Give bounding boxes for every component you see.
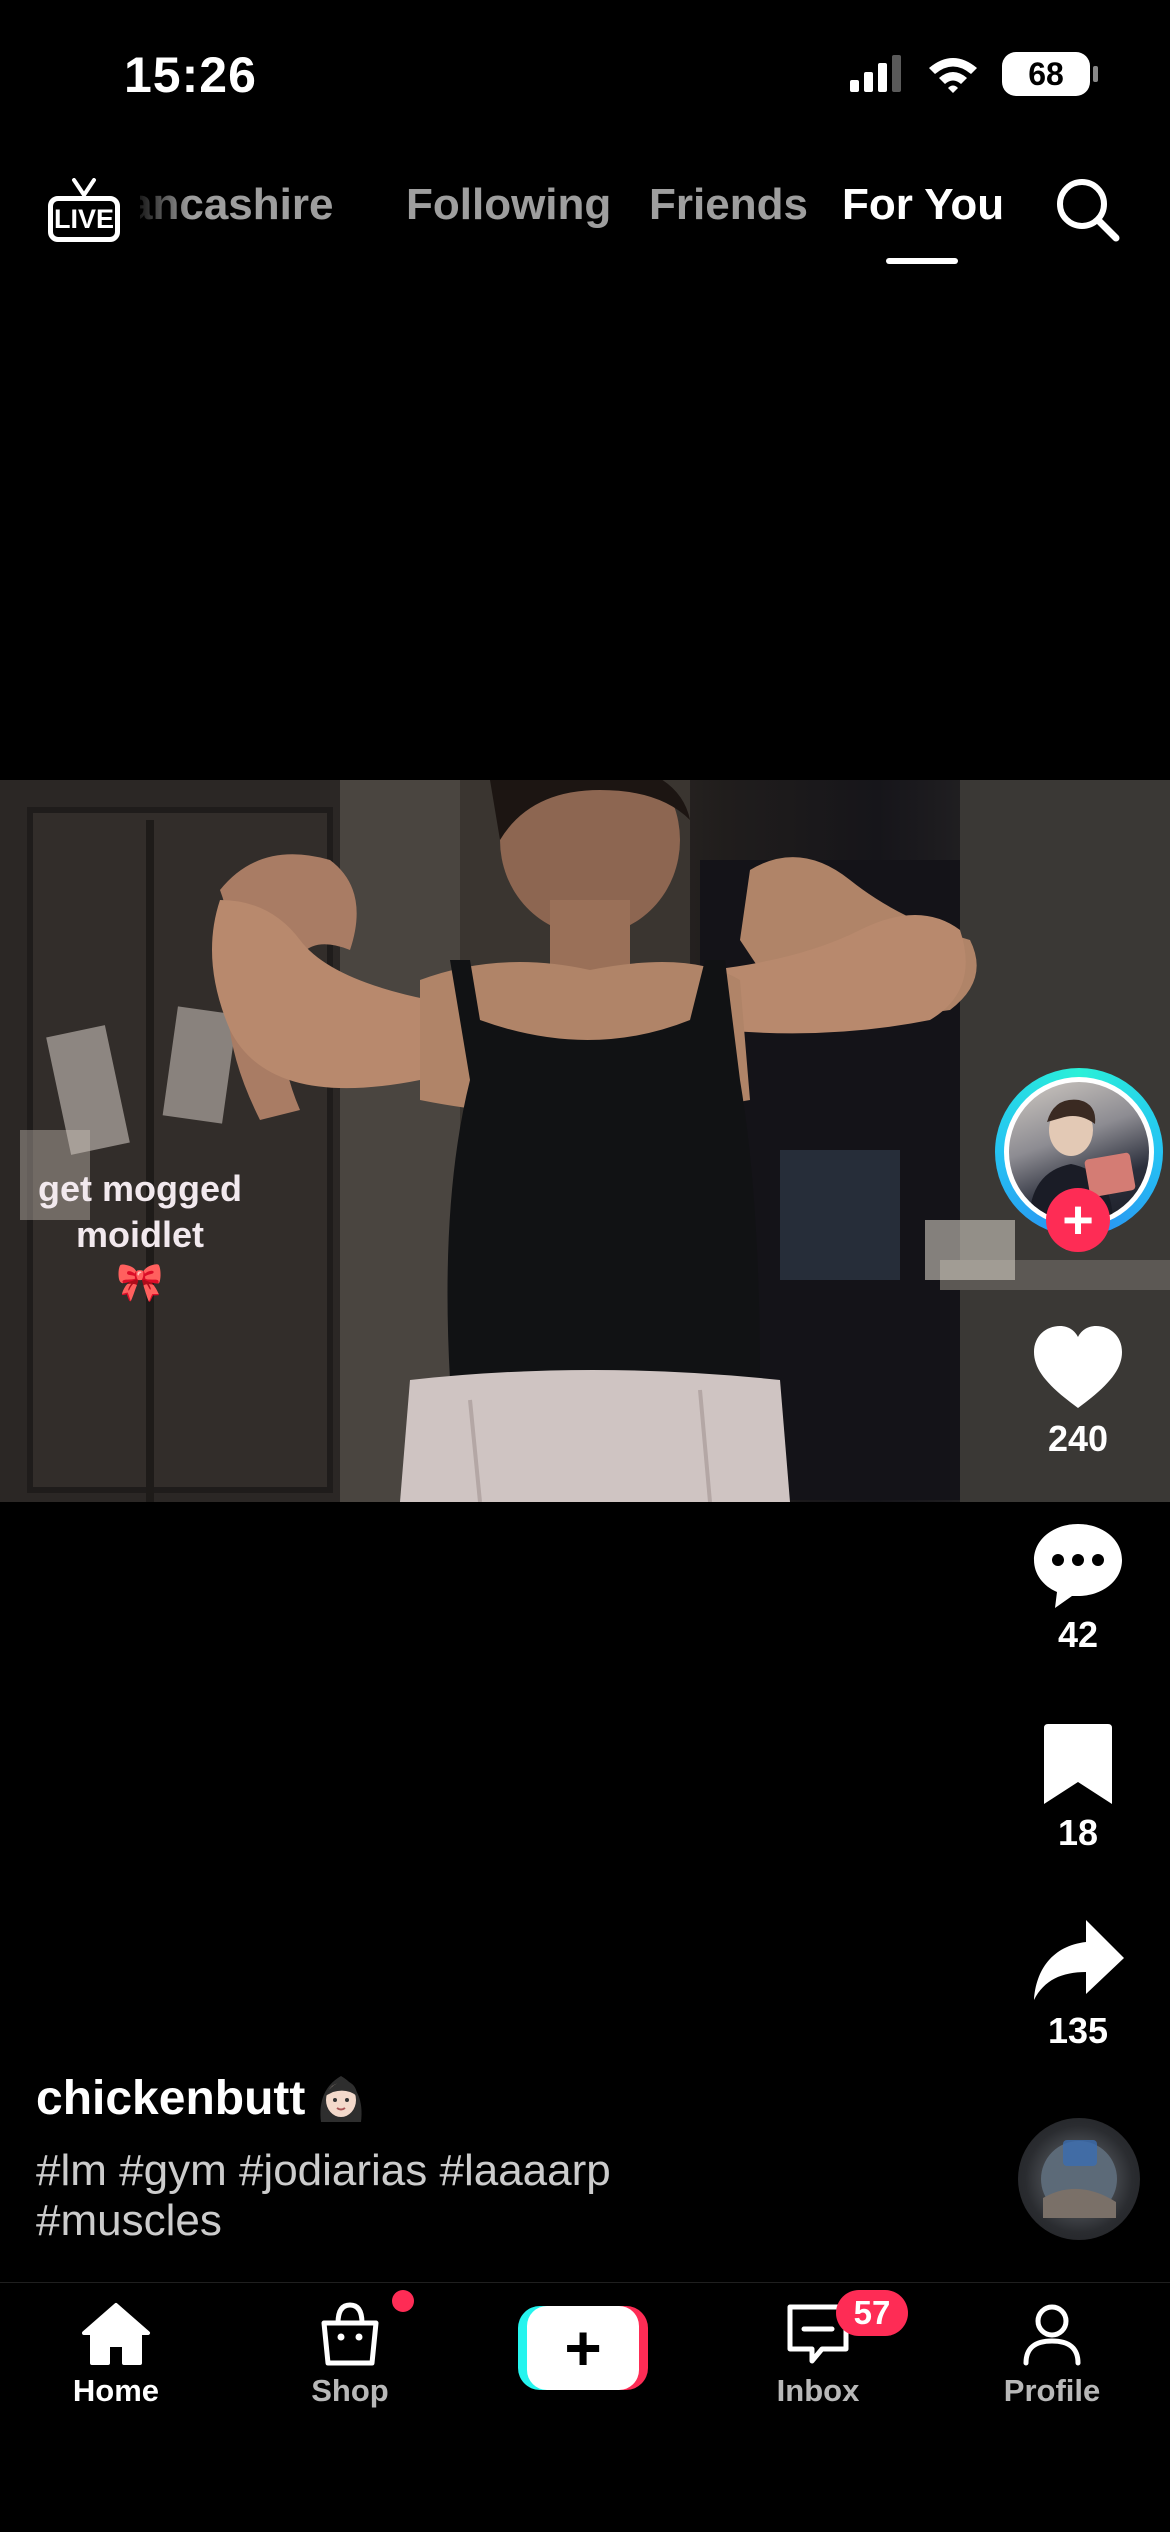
inbox-badge: 57 bbox=[836, 2290, 908, 2336]
shop-notification-dot bbox=[392, 2290, 414, 2312]
video-text-overlay: get mogged moidlet 🎀 bbox=[20, 1166, 260, 1306]
tv-antenna-icon bbox=[72, 178, 96, 198]
battery-icon: 68 bbox=[1002, 52, 1098, 96]
comment-action[interactable]: 42 bbox=[990, 1518, 1166, 1656]
bookmark-icon[interactable] bbox=[1030, 1716, 1126, 1812]
active-tab-indicator bbox=[886, 258, 958, 264]
nav-shop-label: Shop bbox=[311, 2373, 389, 2408]
share-count: 135 bbox=[1047, 2010, 1109, 2051]
username-text: chickenbutt bbox=[36, 2071, 306, 2125]
search-icon[interactable] bbox=[1052, 174, 1122, 244]
music-cover-icon bbox=[1041, 2140, 1117, 2218]
share-arrow-icon[interactable] bbox=[1030, 1914, 1126, 2010]
cellular-signal-icon bbox=[850, 55, 901, 92]
like-count: 240 bbox=[1047, 1418, 1109, 1459]
profile-icon bbox=[1023, 2304, 1081, 2366]
heart-icon[interactable] bbox=[1030, 1322, 1126, 1418]
nav-inbox-label: Inbox bbox=[776, 2373, 860, 2408]
like-action[interactable]: 240 bbox=[990, 1322, 1166, 1460]
status-icons: 68 bbox=[848, 52, 1098, 96]
share-action[interactable]: 135 bbox=[990, 1914, 1166, 2052]
plus-icon: + bbox=[527, 2306, 639, 2390]
comment-icon[interactable] bbox=[1030, 1518, 1126, 1614]
status-time: 15:26 bbox=[124, 47, 257, 103]
post-username[interactable]: chickenbutt bbox=[36, 2070, 369, 2126]
save-action[interactable]: 18 bbox=[990, 1716, 1166, 1854]
nav-shop[interactable]: Shop bbox=[260, 2301, 440, 2409]
live-label: LIVE bbox=[48, 196, 120, 242]
nav-home-label: Home bbox=[72, 2373, 160, 2408]
tab-friends[interactable]: Friends bbox=[649, 180, 808, 230]
tab-for-you[interactable]: For You bbox=[842, 180, 1004, 230]
live-button[interactable]: LIVE bbox=[48, 170, 120, 244]
wifi-icon bbox=[929, 58, 977, 93]
comment-count: 42 bbox=[1057, 1614, 1099, 1655]
tab-following[interactable]: Following bbox=[406, 180, 611, 230]
woman-emoji-icon bbox=[320, 2076, 362, 2122]
top-feed-nav: LIVE ancashire Following Friends For You bbox=[0, 160, 1170, 280]
shopping-bag-icon bbox=[321, 2302, 379, 2366]
bow-emoji: 🎀 bbox=[116, 1262, 164, 1304]
music-disc[interactable] bbox=[1018, 2118, 1140, 2240]
create-post-button[interactable]: + bbox=[518, 2306, 648, 2390]
nav-profile-label: Profile bbox=[1003, 2373, 1101, 2408]
nav-home[interactable]: Home bbox=[26, 2301, 206, 2409]
tab-fade-overlay bbox=[130, 170, 190, 240]
follow-plus-button[interactable]: + bbox=[1046, 1188, 1110, 1252]
video-overlay-text: get mogged moidlet bbox=[38, 1168, 242, 1255]
home-icon bbox=[82, 2303, 150, 2365]
battery-level: 68 bbox=[1028, 55, 1064, 92]
nav-profile[interactable]: Profile bbox=[962, 2301, 1142, 2409]
save-count: 18 bbox=[1057, 1812, 1099, 1853]
post-hashtags[interactable]: #lm #gym #jodiarias #laaaarp #muscles bbox=[36, 2146, 796, 2246]
